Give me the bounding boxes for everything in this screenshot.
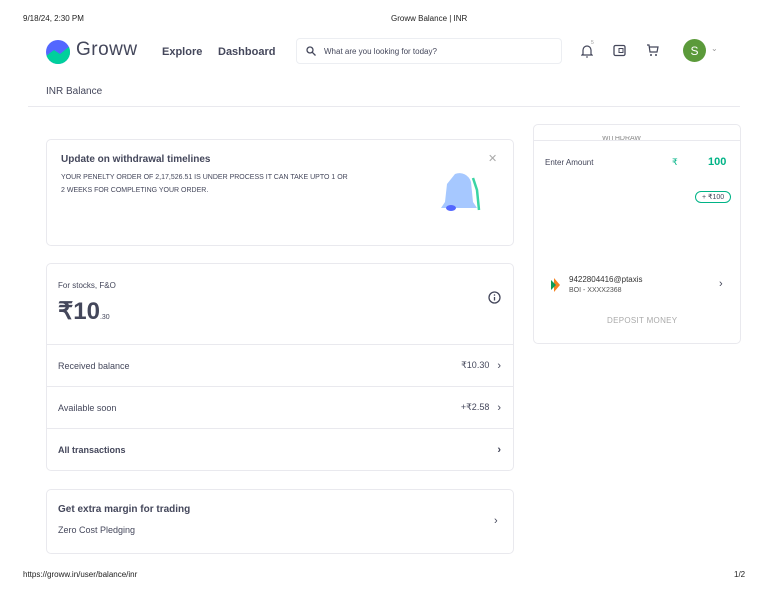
row-label: All transactions [58,444,126,455]
row-label: Received balance [58,360,130,371]
alert-message: YOUR PENELTY ORDER OF 2,17,526.51 IS UND… [61,174,348,194]
available-soon-row[interactable]: Available soon +₹2.58 › [47,386,513,428]
chevron-right-icon: › [494,515,498,527]
row-value: ₹10.30 [461,360,490,370]
groww-logo[interactable] [46,40,70,64]
margin-card[interactable]: Get extra margin for trading Zero Cost P… [46,489,514,554]
cart-icon[interactable] [646,44,659,57]
alert-title: Update on withdrawal timelines [61,154,211,165]
withdraw-panel: WITHDRAW Enter Amount ₹ 100 + ₹100 94228… [533,124,741,344]
deposit-money-button[interactable]: DEPOSIT MONEY [607,316,677,325]
search-input[interactable]: What are you looking for today? [296,38,562,64]
chevron-right-icon: › [497,443,501,456]
margin-title: Get extra margin for trading [58,504,191,515]
info-icon[interactable] [488,291,501,304]
upi-logo-icon [551,278,560,292]
balance-card: For stocks, F&O ₹10.30 Received balance ₹… [46,263,514,471]
upi-id: 9422804416@ptaxis [569,275,643,284]
received-balance-row[interactable]: Received balance ₹10.30 › [47,344,513,386]
row-value: +₹2.58 [460,402,490,412]
amount-input[interactable]: 100 [708,156,726,168]
nav-explore[interactable]: Explore [162,46,202,58]
enter-amount-label: Enter Amount [545,158,594,167]
logo-text: Groww [76,39,138,60]
bell-illustration-icon [441,173,481,211]
margin-subtitle: Zero Cost Pledging [58,525,136,535]
balance-label: For stocks, F&O [58,281,116,290]
balance-amount: ₹10.30 [58,297,110,326]
print-url: https://groww.in/user/balance/inr [23,570,138,579]
divider [534,140,740,141]
print-page: 1/2 [734,570,746,579]
avatar[interactable]: S [683,39,706,62]
all-transactions-row[interactable]: All transactions › [47,428,513,470]
bell-icon[interactable] [581,44,593,58]
currency-symbol: ₹ [672,157,678,167]
notification-count: 5 [591,40,594,46]
chevron-right-icon: › [497,401,501,414]
quick-add-100-button[interactable]: + ₹100 [695,191,732,203]
search-icon [306,46,316,56]
print-datetime: 9/18/24, 2:30 PM [23,14,84,23]
close-icon[interactable]: ✕ [488,152,497,165]
chevron-right-icon[interactable]: › [719,278,723,290]
search-placeholder: What are you looking for today? [324,46,437,56]
nav-dashboard[interactable]: Dashboard [218,46,275,58]
balance-decimals: .30 [99,314,110,321]
wallet-icon[interactable] [613,44,626,57]
row-label: Available soon [58,402,117,413]
balance-whole: ₹10 [58,298,100,325]
divider [28,106,740,107]
withdrawal-alert-card: Update on withdrawal timelines YOUR PENE… [46,139,514,246]
chevron-down-icon[interactable]: ⌄ [711,44,718,53]
print-title: Groww Balance | INR [391,14,468,23]
chevron-right-icon: › [497,359,501,372]
page-title: INR Balance [46,86,103,97]
bank-account: BOI - XXXX2368 [569,287,622,294]
